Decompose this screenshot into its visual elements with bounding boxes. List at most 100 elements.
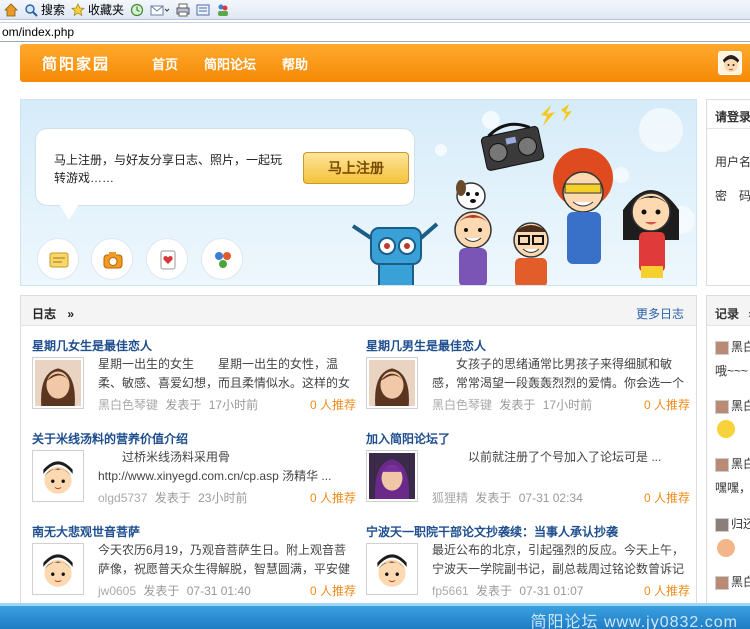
blog-entry-author[interactable]: jw0605 — [98, 584, 136, 598]
blog-entry-summary: 今天农历6月19，乃观音菩萨生日。附上观音菩萨像，祝愿普天众生得解脱，智慧圆满，… — [98, 543, 351, 576]
blog-entry-avatar[interactable] — [32, 450, 84, 502]
blog-entry-avatar[interactable] — [366, 543, 418, 595]
browser-toolbar: 搜索 收藏夹 — [0, 0, 750, 20]
messenger-button[interactable] — [216, 3, 230, 17]
home-icon — [4, 2, 18, 16]
record-avatar — [715, 517, 729, 532]
blog-entry-meta: 黑白色琴键 发表于 17小时前 0 人推荐 — [432, 396, 690, 413]
nav-link-forum[interactable]: 简阳论坛 — [204, 54, 256, 73]
record-avatar — [715, 457, 729, 472]
more-blogs-link[interactable]: 更多日志 — [636, 305, 684, 322]
history-button[interactable] — [130, 3, 144, 17]
blog-entry-recommend[interactable]: 0 人推荐 — [310, 396, 356, 413]
search-icon — [25, 3, 38, 17]
record-user: 黑白 — [731, 457, 750, 471]
search-button[interactable]: 搜索 — [24, 1, 65, 18]
blog-entry-title[interactable]: 星期几女生是最佳恋人 — [32, 337, 362, 354]
mail-button[interactable] — [150, 3, 170, 17]
print-button[interactable] — [176, 3, 190, 17]
blog-entry-author[interactable]: fp5661 — [432, 584, 469, 598]
register-button[interactable]: 马上注册 — [303, 152, 409, 184]
site-nav: 简阳家园 首页 简阳论坛 帮助 — [20, 44, 750, 82]
avatar-photo-icon — [35, 360, 81, 406]
blog-entry: 星期几女生是最佳恋人 星期一出生的女生 星期一出生的女性，温柔、敏感、喜爱幻想，… — [32, 337, 362, 417]
blog-title-arrow: » — [67, 307, 75, 321]
blog-panel-title[interactable]: 日志 » — [32, 305, 74, 322]
blog-entry-avatar[interactable] — [32, 543, 84, 595]
blog-feature[interactable] — [37, 238, 79, 280]
blog-entry-recommend[interactable]: 0 人推荐 — [644, 582, 690, 599]
blog-entry-recommend[interactable]: 0 人推荐 — [644, 489, 690, 506]
game-feature[interactable] — [146, 238, 188, 280]
blog-entry-posted: 发表于 — [154, 491, 191, 505]
blog-entry-title[interactable]: 加入简阳论坛了 — [366, 430, 696, 447]
blog-entry-meta: 狐狸精 发表于 07-31 02:34 0 人推荐 — [432, 489, 690, 506]
pig-emoticon-icon — [717, 539, 735, 557]
blog-entry-meta: 黑白色琴键 发表于 17小时前 0 人推荐 — [98, 396, 356, 413]
record-item[interactable]: 黑白 — [715, 397, 750, 414]
blog-entry-recommend[interactable]: 0 人推荐 — [310, 582, 356, 599]
edit-icon — [196, 4, 210, 15]
blog-panel: 日志 » 更多日志 星期几女生是最佳恋人 星期一出生的女生 星期一出生的女性，温… — [20, 295, 697, 615]
records-title[interactable]: 记录 » — [715, 305, 750, 322]
blog-entry: 加入简阳论坛了 以前就注册了个号加入了论坛可是 ... 狐狸精 发表于 07-3… — [366, 430, 696, 510]
address-bar[interactable]: om/index.php — [0, 22, 750, 42]
blog-entry: 南无大悲观世音菩萨 今天农历6月19，乃观音菩萨生日。附上观音菩萨像，祝愿普天众… — [32, 523, 362, 603]
smile-emoticon-icon — [717, 420, 735, 438]
record-item[interactable]: 黑白 — [715, 338, 750, 355]
edit-button[interactable] — [196, 3, 210, 17]
blog-entry-title[interactable]: 星期几男生是最佳恋人 — [366, 337, 696, 354]
playing-card-icon — [160, 250, 176, 270]
print-icon — [176, 3, 190, 16]
blog-entry: 关于米线汤料的营养价值介绍 过桥米线汤料采用骨 http://www.xinye… — [32, 430, 362, 510]
avatar-photo-icon — [369, 453, 415, 499]
nav-link-help[interactable]: 帮助 — [282, 54, 308, 73]
home-button[interactable] — [4, 2, 18, 17]
user-avatar[interactable] — [718, 51, 742, 75]
avatar-cartoon-icon — [35, 546, 81, 592]
blog-entry-avatar[interactable] — [366, 450, 418, 502]
record-user: 归还 — [731, 517, 750, 531]
avatar-cartoon-icon — [369, 546, 415, 592]
blog-entry: 宁波天一职院干部论文抄袭续：当事人承认抄袭 最近公布的北京，引起强烈的反应。今天… — [366, 523, 696, 603]
blog-entry-time: 17小时前 — [208, 398, 259, 412]
blog-entry-summary: 最近公布的北京，引起强烈的反应。今天上午，宁波天一学院副书记，副总裁周过铭论数曾… — [432, 543, 685, 576]
favorites-button[interactable]: 收藏夹 — [71, 1, 124, 18]
record-item[interactable]: 黑白 — [715, 455, 750, 472]
mail-icon — [150, 5, 170, 15]
bottom-bar: 简阳论坛 www.jy0832.com — [0, 603, 750, 629]
avatar-photo-icon — [369, 360, 415, 406]
blog-entry-recommend[interactable]: 0 人推荐 — [644, 396, 690, 413]
blog-entry-avatar[interactable] — [366, 357, 418, 409]
site-logo[interactable]: 简阳家园 — [42, 53, 122, 74]
friends-feature[interactable] — [201, 238, 243, 280]
blog-entry-author[interactable]: 狐狸精 — [432, 491, 468, 505]
blog-entry-author[interactable]: 黑白色琴键 — [432, 398, 492, 412]
address-url[interactable]: om/index.php — [2, 25, 74, 39]
record-text: 哦~~~ — [715, 364, 749, 378]
record-item[interactable]: 归还 — [715, 515, 750, 532]
record-item[interactable]: 黑白 — [715, 573, 750, 590]
search-button-label: 搜索 — [41, 3, 66, 17]
blog-entry-time: 07-31 01:40 — [186, 584, 251, 598]
blog-entry-title[interactable]: 宁波天一职院干部论文抄袭续：当事人承认抄袭 — [366, 523, 696, 540]
nav-link-home[interactable]: 首页 — [152, 54, 178, 73]
blog-entry-author[interactable]: olgd5737 — [98, 491, 147, 505]
record-avatar — [715, 575, 729, 590]
blog-entry-summary: 过桥米线汤料采用骨 http://www.xinyegd.com.cn/cp.a… — [98, 450, 332, 483]
blog-entry-author[interactable]: 黑白色琴键 — [98, 398, 158, 412]
username-label: 用户名 — [715, 155, 750, 169]
blog-panel-header: 日志 » 更多日志 — [21, 296, 696, 326]
history-icon — [130, 3, 144, 16]
blog-entry-recommend[interactable]: 0 人推荐 — [310, 489, 356, 506]
album-feature[interactable] — [91, 238, 133, 280]
blog-entry-avatar[interactable] — [32, 357, 84, 409]
login-divider — [707, 128, 750, 129]
note-icon — [49, 252, 69, 268]
blog-entry-meta: fp5661 发表于 07-31 01:07 0 人推荐 — [432, 582, 690, 599]
blog-entry-title[interactable]: 南无大悲观世音菩萨 — [32, 523, 362, 540]
blog-entry-title[interactable]: 关于米线汤料的营养价值介绍 — [32, 430, 362, 447]
blog-entry-time: 23小时前 — [198, 491, 248, 505]
records-header: 记录 » — [707, 296, 750, 326]
register-callout: 马上注册，与好友分享日志、照片，一起玩转游戏…… 马上注册 — [35, 128, 415, 206]
